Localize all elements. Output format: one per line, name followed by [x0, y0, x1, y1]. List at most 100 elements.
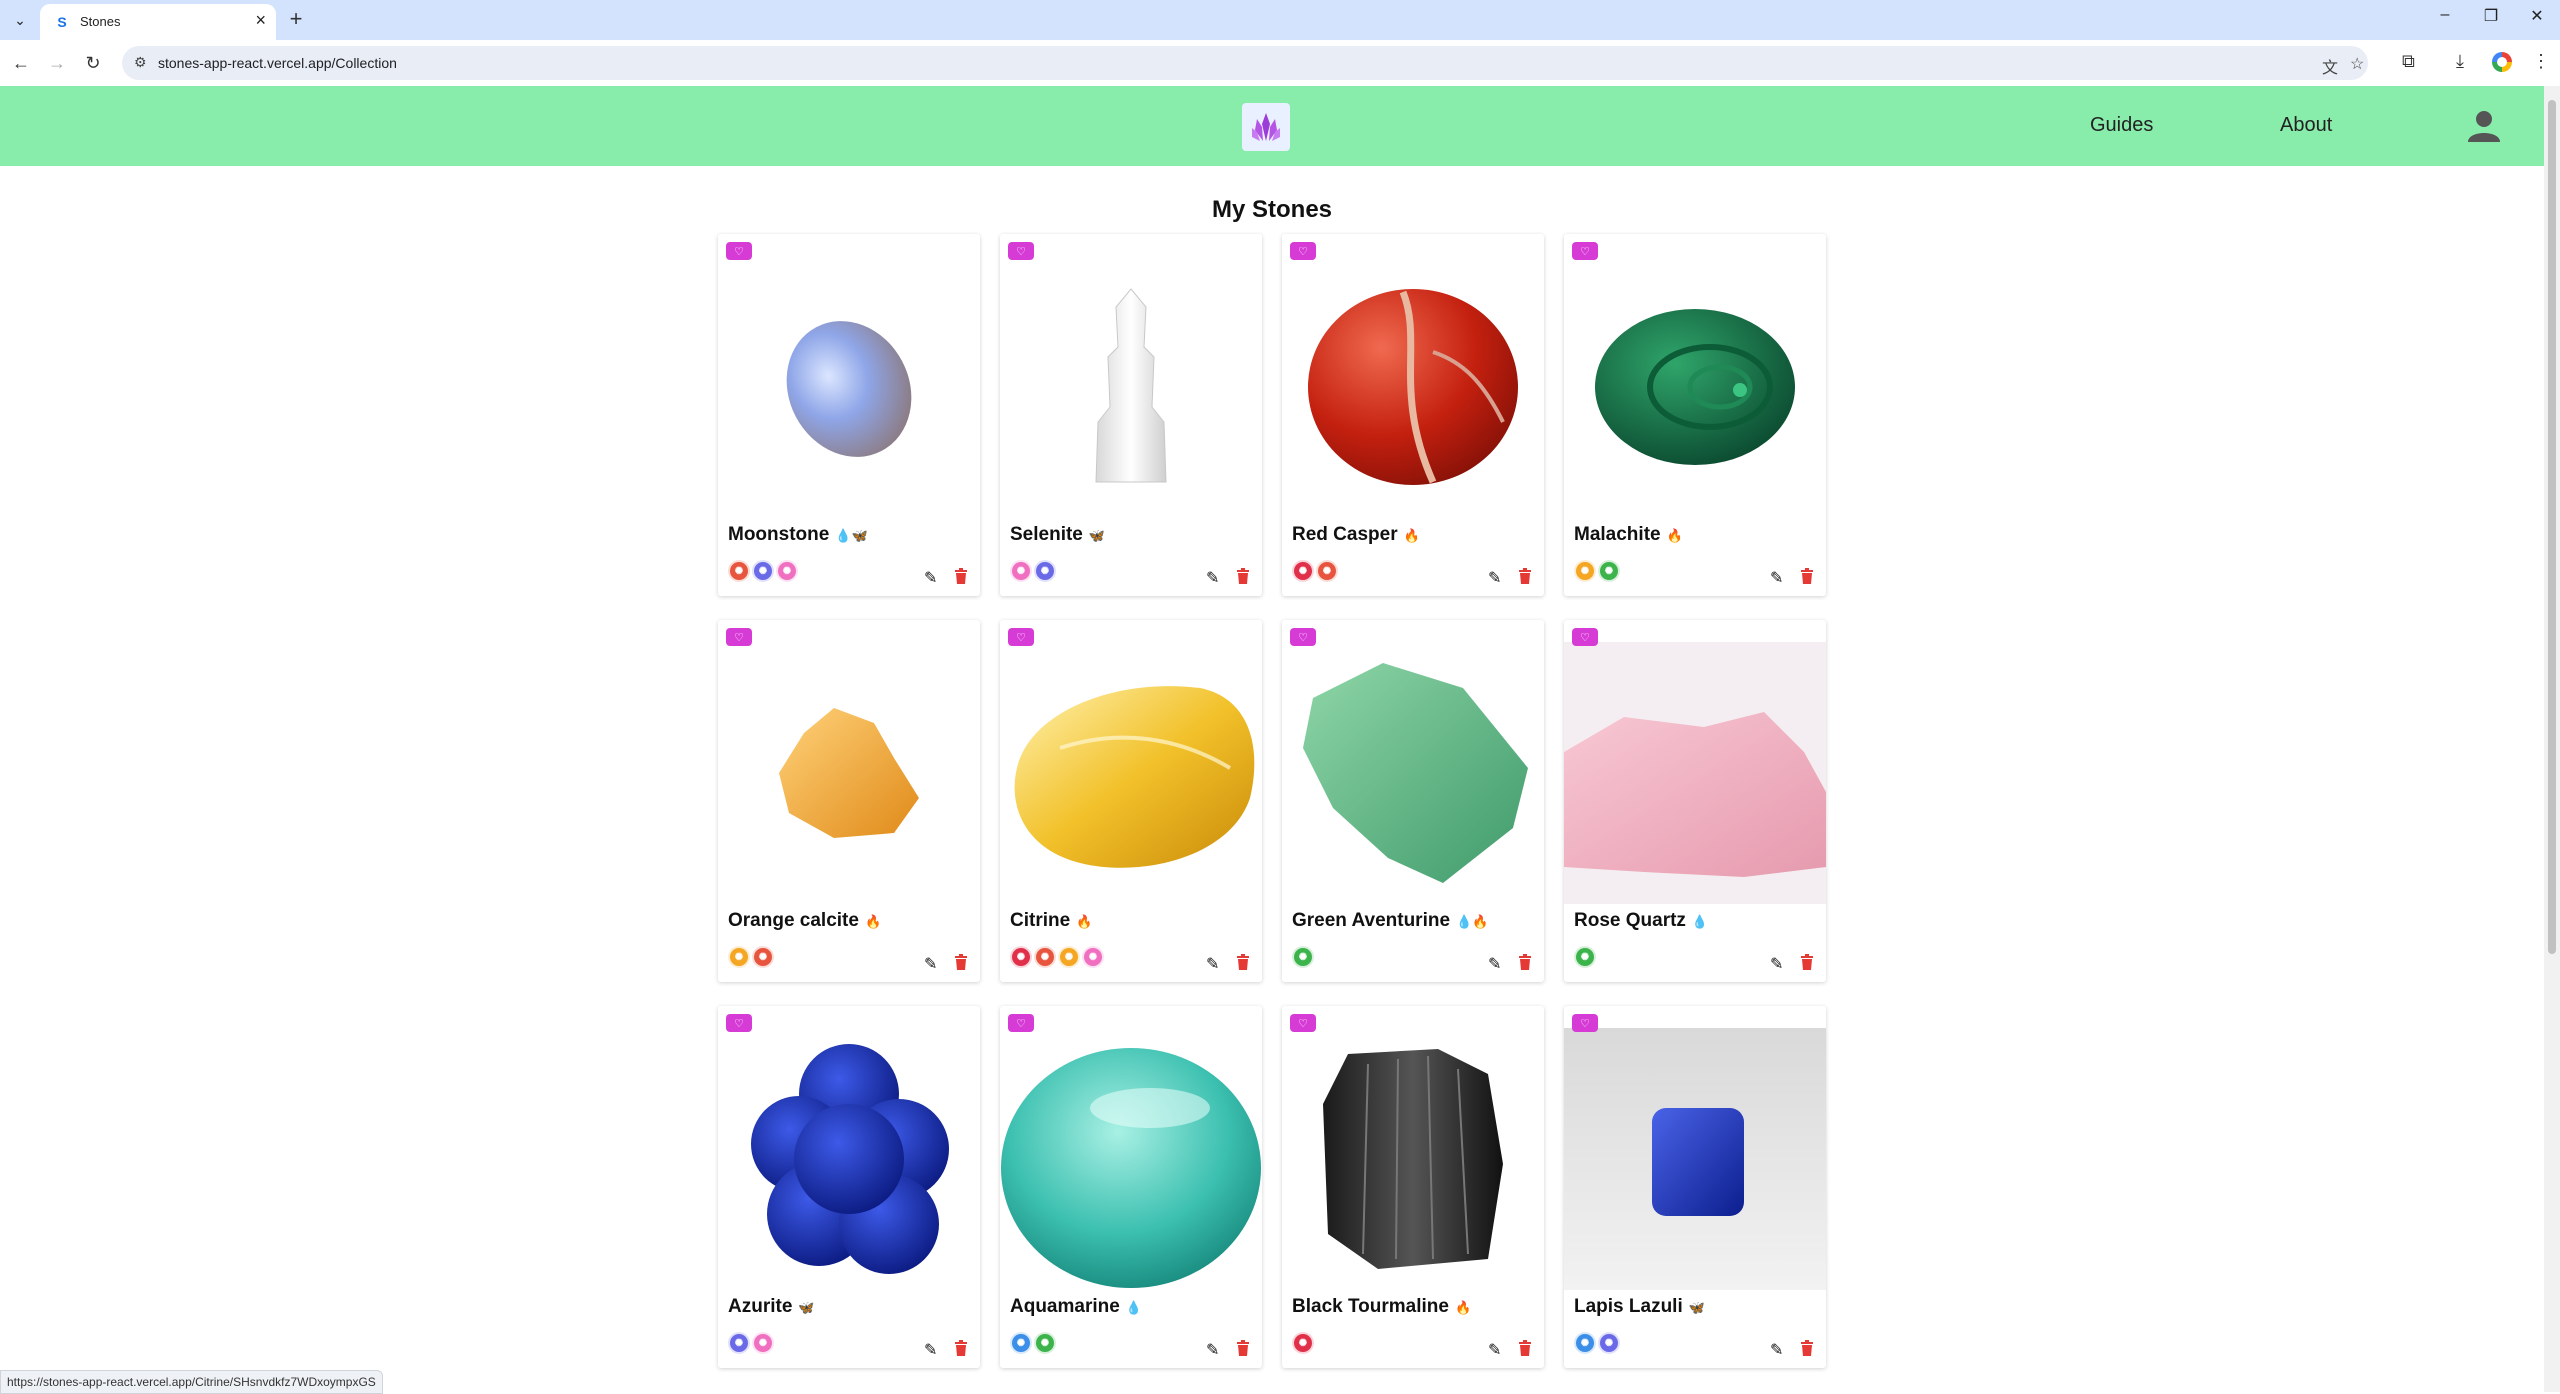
stone-image[interactable] — [1282, 256, 1544, 518]
favorite-heart-icon[interactable]: ♡ — [1008, 628, 1034, 646]
address-bar[interactable]: ⚙ stones-app-react.vercel.app/Collection… — [122, 46, 2368, 80]
stone-image[interactable] — [1564, 1028, 1826, 1290]
stone-name[interactable]: Selenite 🦋 — [1010, 524, 1105, 546]
forward-icon[interactable]: → — [44, 50, 70, 76]
stone-image[interactable] — [1564, 642, 1826, 904]
element-icons: 🦋 — [1688, 1300, 1705, 1315]
stone-card[interactable]: ♡ Selenite 🦋 ✺ ✺ ✎ — [1000, 234, 1262, 596]
download-icon[interactable]: ⤓ — [2456, 51, 2464, 72]
stone-card[interactable]: ♡ Aquamarine 💧 ✺ ✺ ✎ — [1000, 1006, 1262, 1368]
scrollbar[interactable] — [2544, 86, 2560, 1392]
delete-trash-icon[interactable] — [954, 568, 968, 584]
edit-pencil-icon[interactable]: ✎ — [924, 954, 937, 974]
stone-image[interactable] — [1282, 1028, 1544, 1290]
browser-tab[interactable]: S Stones × — [40, 4, 276, 40]
stone-name[interactable]: Lapis Lazuli 🦋 — [1574, 1296, 1705, 1318]
stone-name[interactable]: Red Casper 🔥 — [1292, 524, 1420, 546]
stone-card[interactable]: ♡ Azurite 🦋 ✺ ✺ ✎ — [718, 1006, 980, 1368]
favorite-heart-icon[interactable]: ♡ — [1008, 1014, 1034, 1032]
new-tab-button[interactable]: + — [282, 6, 310, 34]
chakra-list: ✺ ✺ ✺ ✺ — [1010, 946, 1106, 968]
stone-image[interactable] — [1564, 256, 1826, 518]
edit-pencil-icon[interactable]: ✎ — [1206, 954, 1219, 974]
delete-trash-icon[interactable] — [1800, 954, 1814, 970]
favorite-heart-icon[interactable]: ♡ — [1572, 242, 1598, 260]
stone-image[interactable] — [1000, 1028, 1262, 1290]
stone-card[interactable]: ♡ Red Casper 🔥 ✺ ✺ ✎ — [1282, 234, 1544, 596]
delete-trash-icon[interactable] — [1236, 954, 1250, 970]
stone-image[interactable] — [1000, 642, 1262, 904]
edit-pencil-icon[interactable]: ✎ — [1206, 568, 1219, 588]
stone-image[interactable] — [718, 256, 980, 518]
stone-image[interactable] — [718, 1028, 980, 1290]
crystal-logo-icon[interactable] — [1242, 103, 1290, 151]
favorite-heart-icon[interactable]: ♡ — [726, 1014, 752, 1032]
delete-trash-icon[interactable] — [1518, 954, 1532, 970]
edit-pencil-icon[interactable]: ✎ — [1488, 1340, 1501, 1360]
favorite-heart-icon[interactable]: ♡ — [1290, 628, 1316, 646]
element-icons: 🦋 — [798, 1300, 815, 1315]
edit-pencil-icon[interactable]: ✎ — [1488, 954, 1501, 974]
delete-trash-icon[interactable] — [954, 954, 968, 970]
stone-card[interactable]: ♡ Malachite 🔥 ✺ ✺ ✎ — [1564, 234, 1826, 596]
stone-card[interactable]: ♡ Citrine 🔥 ✺ ✺ ✺ ✺ ✎ — [1000, 620, 1262, 982]
edit-pencil-icon[interactable]: ✎ — [1206, 1340, 1219, 1360]
delete-trash-icon[interactable] — [1800, 1340, 1814, 1356]
favorite-heart-icon[interactable]: ♡ — [1290, 242, 1316, 260]
favorite-heart-icon[interactable]: ♡ — [1290, 1014, 1316, 1032]
edit-pencil-icon[interactable]: ✎ — [924, 568, 937, 588]
bookmark-star-icon[interactable]: ☆ — [2350, 54, 2364, 74]
stone-name[interactable]: Aquamarine 💧 — [1010, 1296, 1142, 1318]
stone-name[interactable]: Orange calcite 🔥 — [728, 910, 881, 932]
edit-pencil-icon[interactable]: ✎ — [1488, 568, 1501, 588]
stone-card[interactable]: ♡ Orange calcite 🔥 ✺ ✺ ✎ — [718, 620, 980, 982]
stone-name[interactable]: Green Aventurine 💧🔥 — [1292, 910, 1488, 932]
nav-guides[interactable]: Guides — [2090, 114, 2153, 137]
delete-trash-icon[interactable] — [954, 1340, 968, 1356]
favorite-heart-icon[interactable]: ♡ — [1572, 1014, 1598, 1032]
nav-about[interactable]: About — [2280, 114, 2332, 137]
favorite-heart-icon[interactable]: ♡ — [726, 242, 752, 260]
edit-pencil-icon[interactable]: ✎ — [1770, 568, 1783, 588]
site-info-icon[interactable]: ⚙ — [134, 54, 147, 71]
extensions-icon[interactable]: ⧉ — [2402, 51, 2415, 72]
edit-pencil-icon[interactable]: ✎ — [924, 1340, 937, 1360]
favorite-heart-icon[interactable]: ♡ — [726, 628, 752, 646]
back-icon[interactable]: ← — [8, 50, 34, 76]
delete-trash-icon[interactable] — [1518, 1340, 1532, 1356]
delete-trash-icon[interactable] — [1518, 568, 1532, 584]
edit-pencil-icon[interactable]: ✎ — [1770, 954, 1783, 974]
user-account-icon[interactable] — [2466, 108, 2502, 144]
tab-search-icon[interactable]: ⌄ — [8, 8, 32, 32]
restore-icon[interactable]: ❐ — [2476, 6, 2506, 26]
menu-icon[interactable]: ⋮ — [2532, 51, 2550, 72]
stone-name[interactable]: Citrine 🔥 — [1010, 910, 1092, 932]
translate-icon[interactable]: 文 — [2322, 54, 2338, 78]
stone-name[interactable]: Black Tourmaline 🔥 — [1292, 1296, 1471, 1318]
minimize-icon[interactable]: – — [2430, 6, 2460, 24]
close-tab-icon[interactable]: × — [255, 10, 266, 31]
stone-card[interactable]: ♡ Black Tourmaline 🔥 ✺ ✎ — [1282, 1006, 1544, 1368]
stone-image[interactable] — [1282, 642, 1544, 904]
close-window-icon[interactable]: ✕ — [2522, 6, 2552, 26]
stone-card[interactable]: ♡ Green Aventurine 💧🔥 ✺ ✎ — [1282, 620, 1544, 982]
stone-name[interactable]: Malachite 🔥 — [1574, 524, 1683, 546]
stone-name[interactable]: Rose Quartz 💧 — [1574, 910, 1708, 932]
reload-icon[interactable]: ↻ — [80, 50, 106, 76]
page-title: My Stones — [1211, 196, 1333, 223]
favorite-heart-icon[interactable]: ♡ — [1008, 242, 1034, 260]
scrollbar-thumb[interactable] — [2548, 100, 2556, 954]
stone-name[interactable]: Moonstone 💧🦋 — [728, 524, 868, 546]
stone-card[interactable]: ♡ Rose Quartz 💧 ✺ ✎ — [1564, 620, 1826, 982]
edit-pencil-icon[interactable]: ✎ — [1770, 1340, 1783, 1360]
stone-name[interactable]: Azurite 🦋 — [728, 1296, 815, 1318]
stone-card[interactable]: ♡ Lapis Lazuli 🦋 ✺ ✺ ✎ — [1564, 1006, 1826, 1368]
favorite-heart-icon[interactable]: ♡ — [1572, 628, 1598, 646]
delete-trash-icon[interactable] — [1800, 568, 1814, 584]
stone-image[interactable] — [1000, 256, 1262, 518]
delete-trash-icon[interactable] — [1236, 568, 1250, 584]
stone-card[interactable]: ♡ Moonstone 💧🦋 ✺ ✺ ✺ ✎ — [718, 234, 980, 596]
delete-trash-icon[interactable] — [1236, 1340, 1250, 1356]
stone-image[interactable] — [718, 642, 980, 904]
profile-avatar[interactable] — [2492, 52, 2512, 72]
